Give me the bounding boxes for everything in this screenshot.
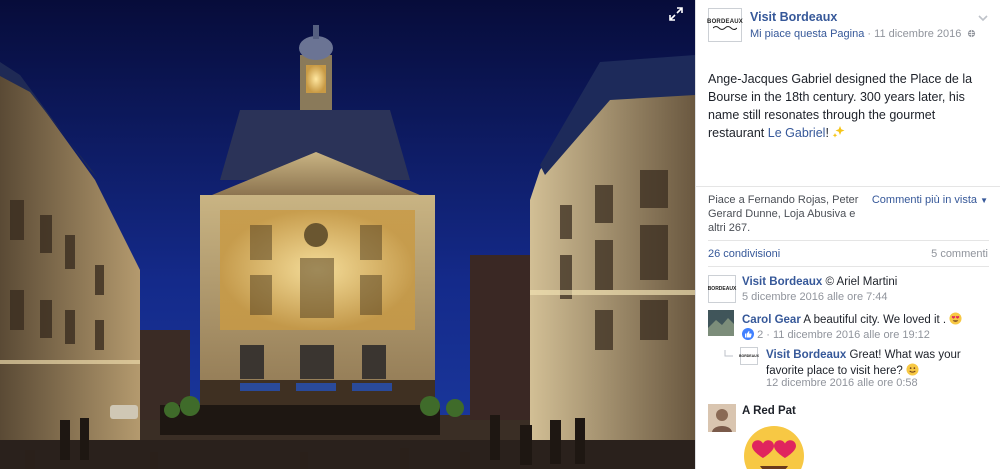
expand-icon[interactable] <box>668 6 684 22</box>
avatar[interactable] <box>708 404 736 432</box>
comment: Visit Bordeaux © Ariel Martini <box>742 276 898 288</box>
post-panel: BORDEAUX Visit Bordeaux Mi piace questa … <box>695 0 1000 469</box>
avatar[interactable]: BORDEAUX <box>739 347 759 365</box>
page-name-link[interactable]: Visit Bordeaux <box>750 10 837 24</box>
comment-timestamp[interactable]: 5 dicembre 2016 alle ore 7:44 <box>742 291 888 303</box>
divider <box>708 240 989 241</box>
place-de-la-bourse-photo <box>0 0 695 469</box>
post-date[interactable]: 11 dicembre 2016 <box>874 28 961 40</box>
post-caption: Ange-Jacques Gabriel designed the Place … <box>708 70 988 144</box>
comment: A Red Pat <box>742 405 796 417</box>
comments-count[interactable]: 5 commenti <box>931 248 988 260</box>
post-header: BORDEAUX Visit Bordeaux Mi piace questa … <box>707 8 993 48</box>
page-logo[interactable]: BORDEAUX <box>707 8 743 42</box>
divider <box>708 266 989 267</box>
globe-icon <box>967 29 976 41</box>
likes-summary[interactable]: Piace a Fernando Rojas, Peter Gerard Dun… <box>708 193 873 235</box>
comment-timestamp[interactable]: · 11 dicembre 2016 alle ore 19:12 <box>763 329 930 341</box>
comment-author[interactable]: Visit Bordeaux <box>766 349 846 361</box>
divider <box>696 186 1000 187</box>
comment-author[interactable]: Carol Gear <box>742 314 801 326</box>
comment-meta: 2 · 11 dicembre 2016 alle ore 19:12 <box>742 328 930 343</box>
comment-author[interactable]: A Red Pat <box>742 405 796 417</box>
avatar[interactable]: BORDEAUX <box>708 275 736 303</box>
post-photo[interactable] <box>0 0 695 469</box>
comment: Carol Gear A beautiful city. We loved it… <box>742 312 990 328</box>
comments-sort-dropdown[interactable]: Commenti più in vista ▼ <box>872 194 988 206</box>
comment-timestamp[interactable]: 12 dicembre 2016 alle ore 0:58 <box>766 377 918 389</box>
heart-eyes-emoji <box>949 312 962 328</box>
caret-down-icon: ▼ <box>980 196 988 205</box>
post-meta: Mi piace questa Pagina · 11 dicembre 201… <box>750 28 976 41</box>
like-page-link[interactable]: Mi piace questa Pagina <box>750 28 864 40</box>
comment-author[interactable]: Visit Bordeaux <box>742 276 822 288</box>
like-reaction-icon[interactable] <box>742 328 754 343</box>
chevron-down-icon[interactable] <box>977 12 989 24</box>
avatar[interactable] <box>708 310 734 336</box>
sparkles-icon <box>832 125 846 144</box>
reply-indent-icon <box>724 350 734 363</box>
le-gabriel-link[interactable]: Le Gabriel <box>768 126 826 140</box>
heart-eyes-emoji <box>742 424 806 469</box>
shares-link[interactable]: 26 condivisioni <box>708 248 780 260</box>
